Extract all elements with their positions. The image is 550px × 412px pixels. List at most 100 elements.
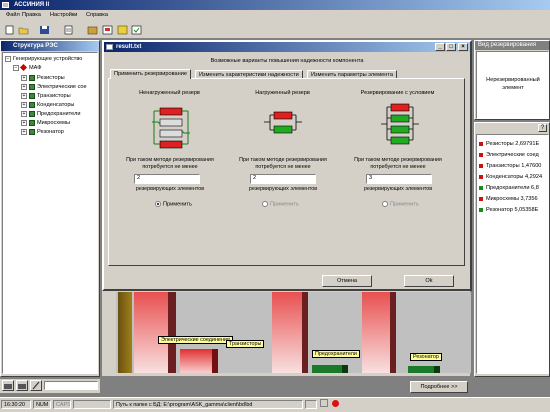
legend-swatch [479,207,483,212]
chart-bar-connections-shadow [168,292,176,373]
app-title-bar: АССИНИЯ II [0,0,550,10]
menu-file[interactable]: Файл [6,12,20,18]
legend-swatch [479,185,483,190]
check-button[interactable] [130,24,143,36]
chart-bar-resistors [118,292,132,373]
tree-item-microchips[interactable]: + Микросхемы [21,119,70,128]
legend-swatch [479,174,483,179]
legend-item-resistors: Резисторы 2,69791Е [479,139,539,150]
tree-view[interactable]: − Генерирующее устройство − МАФ + Резисторы… [2,52,98,374]
more-button-label: Подробнее >> [420,384,458,390]
legend-swatch [479,141,483,146]
legend-item-microchips: Микросхемы 3,7356 [479,194,538,205]
tree-filter-field[interactable] [44,381,98,390]
reservation-view-label: Вид резервирования [478,42,537,48]
save-button[interactable] [38,24,51,36]
radio-on-icon[interactable] [155,201,161,207]
menu-bar: Файл Правка Настройки Справка [0,10,550,21]
ok-button-label: Ok [425,278,433,284]
expand-icon[interactable]: + [21,74,27,81]
new-file-button[interactable] [3,24,16,36]
tree-item-connections[interactable]: + Электрические сое [21,83,87,92]
structure-panel-title: Структура РЭС [1,41,99,51]
chart-bar-capacitors [272,292,308,373]
app-title: АССИНИЯ II [14,2,50,8]
collapse-icon[interactable]: − [13,64,19,71]
expand-icon[interactable]: + [21,92,27,99]
export-button[interactable] [116,24,129,36]
chart-label-resonator: Резонатор [410,353,442,361]
legend-label: Резисторы 2,69791Е [486,141,540,147]
expand-icon[interactable]: + [21,128,27,135]
tree-root[interactable]: − Генерирующее устройство [5,55,82,64]
reservation-view-content: Нерезервированный элемент [476,51,549,119]
component-icon [29,83,35,90]
column-loaded-apply-radio[interactable]: Применить [262,201,299,207]
close-button[interactable]: × [458,43,468,51]
component-icon [29,110,35,117]
chart-bar-fuses [312,365,348,373]
component-icon [29,101,35,108]
legend-label: Предохранители 6,8 [486,185,539,191]
menu-edit[interactable]: Правка [22,12,41,18]
open-button[interactable] [17,24,30,36]
expand-icon[interactable]: + [21,101,27,108]
column-unloaded-count-field[interactable]: 2 [134,174,200,184]
expand-icon[interactable]: + [21,119,27,126]
column-unloaded-apply-radio[interactable]: Применить [155,201,192,207]
tree-item-label: Предохранители [37,111,81,117]
floppy-icon [40,26,49,34]
report-button[interactable] [101,24,114,36]
column-loaded-text3: резервирующих элементов [248,186,318,192]
column-unloaded-count-value: 2 [137,175,141,181]
minimize-button[interactable]: _ [435,43,445,51]
chart-bar-transistors [180,349,218,373]
expand-icon[interactable]: + [21,83,27,90]
legend-label: Резонатор 5,05358Е [486,207,539,213]
legend-label: Конденсаторы 4,2924 [486,174,543,180]
db-button[interactable] [86,24,99,36]
column-loaded-count-field[interactable]: 2 [250,174,316,184]
ok-button[interactable]: Ok [404,275,454,287]
column-conditional-count-field[interactable]: 3 [366,174,432,184]
column-conditional-text3: резервирующих элементов [363,186,433,192]
column-unloaded-text3: резервирующих элементов [135,186,205,192]
left-bottom-toolbar [0,379,100,393]
tree-item-transistors[interactable]: + Транзисторы [21,92,71,101]
legend-swatch [479,152,483,157]
tree-action-button-3[interactable] [30,380,42,391]
reservation-status-text: Нерезервированный элемент [486,77,540,91]
status-empty-1 [73,400,111,409]
radio-off-icon[interactable] [262,201,268,207]
legend-item-transistors: Транзисторы 1,47600 [479,161,541,172]
maximize-button[interactable]: □ [446,43,456,51]
more-button[interactable]: Подробнее >> [410,381,468,393]
tree-item-resistors[interactable]: + Резисторы [21,74,65,83]
tree-item-capacitors[interactable]: + Конденсаторы [21,101,74,110]
expand-icon[interactable]: + [21,110,27,117]
tree-item-resonator[interactable]: + Резонатор [21,128,64,137]
tree-item-label: Электрические сое [37,84,87,90]
column-unloaded-text2: потребуется не менее [142,164,198,170]
tree-item-fuses[interactable]: + Предохранители [21,110,80,119]
print-button[interactable] [62,24,75,36]
cancel-button-label: Отмена [336,278,358,284]
radio-off-icon[interactable] [382,201,388,207]
app-icon [2,2,9,8]
column-conditional-apply-radio[interactable]: Применить [382,201,419,207]
tree-node-maf[interactable]: − МАФ [13,63,41,73]
cancel-button[interactable]: Отмена [322,275,372,287]
legend-help-button[interactable]: ? [538,124,547,132]
tree-action-button-2[interactable] [16,380,28,391]
unloaded-redundancy-diagram [152,107,190,149]
tree-item-label: Транзисторы [37,93,71,99]
tree-action-button-1[interactable] [2,380,14,391]
legend-item-connections: Электрические соед [479,150,539,161]
status-time: 16:30:20 [1,400,31,409]
pen-icon [32,381,40,390]
report-icon [102,25,113,35]
menu-settings[interactable]: Настройки [50,12,77,18]
tab-apply-redundancy[interactable]: Применить резервирование [110,69,191,79]
collapse-icon[interactable]: − [5,55,11,62]
menu-help[interactable]: Справка [86,12,108,18]
